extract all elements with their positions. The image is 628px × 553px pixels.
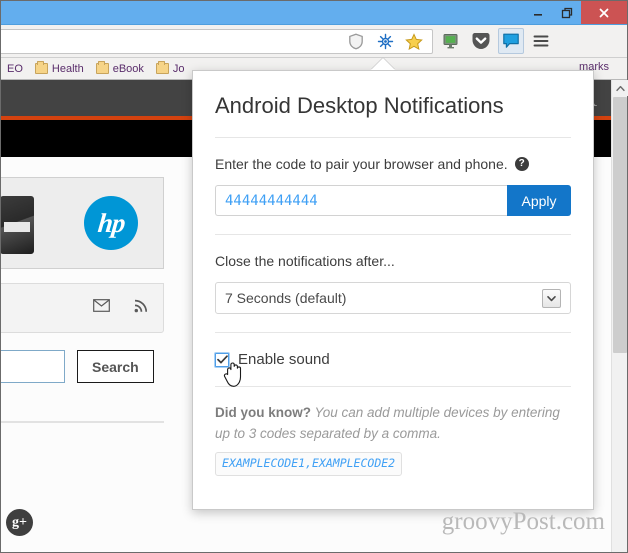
- close-button[interactable]: [581, 1, 627, 24]
- address-bar[interactable]: [1, 29, 433, 54]
- folder-icon: [95, 61, 109, 74]
- hp-logo: hp: [84, 196, 138, 250]
- enable-sound-row[interactable]: Enable sound: [215, 351, 571, 387]
- popup-title: Android Desktop Notifications: [215, 93, 504, 118]
- search-input[interactable]: [1, 350, 65, 383]
- browser-toolbar: [1, 25, 627, 58]
- did-you-know-heading: Did you know?: [215, 405, 311, 420]
- help-icon[interactable]: ?: [514, 157, 529, 171]
- extension-notification-icon[interactable]: [498, 28, 524, 54]
- mail-icon[interactable]: [93, 299, 110, 317]
- page-divider: [1, 421, 164, 423]
- social-strip: [1, 283, 164, 333]
- close-icon: [599, 8, 609, 17]
- bookmark-label: EO: [7, 62, 23, 75]
- popup-content: Android Desktop Notifications Enter the …: [193, 71, 593, 476]
- enable-sound-section: Enable sound: [215, 333, 571, 387]
- pair-code-label-row: Enter the code to pair your browser and …: [215, 156, 571, 172]
- minimize-button[interactable]: [523, 1, 552, 24]
- restore-icon: [561, 7, 572, 18]
- rss-icon[interactable]: [134, 298, 149, 318]
- bookmark-item-health[interactable]: Health: [29, 61, 90, 77]
- google-plus-icon[interactable]: g+: [6, 509, 33, 536]
- enable-sound-label: Enable sound: [238, 351, 330, 368]
- shield-icon[interactable]: [343, 29, 369, 55]
- bookmark-item-eo[interactable]: EO: [1, 61, 29, 77]
- pair-code-row: Apply: [215, 185, 571, 216]
- popup-arrow: [371, 58, 395, 70]
- pocket-icon[interactable]: [468, 28, 494, 54]
- chevron-down-icon: [542, 288, 561, 308]
- script-blocker-icon[interactable]: [372, 29, 398, 55]
- close-after-select[interactable]: 7 Seconds (default): [215, 282, 571, 314]
- bookmark-label: Health: [51, 62, 84, 75]
- did-you-know-note: Did you know? You can add multiple devic…: [215, 387, 571, 476]
- title-bar: [1, 1, 627, 25]
- printer-image: [1, 196, 34, 254]
- scroll-up-button[interactable]: [612, 80, 628, 96]
- pair-code-label: Enter the code to pair your browser and …: [215, 156, 508, 172]
- chevron-up-icon: [615, 85, 625, 91]
- bookmark-item-ebook[interactable]: eBook: [90, 61, 150, 77]
- minimize-icon: [533, 13, 542, 16]
- chrome-menu-icon[interactable]: [528, 28, 554, 54]
- social-icons: [93, 298, 149, 318]
- browser-window: EO Health eBook Jo marks R hp: [0, 0, 628, 553]
- omnibox-icon-group: [343, 30, 432, 53]
- bookmark-item-jo[interactable]: Jo: [150, 61, 191, 77]
- hand-cursor-icon: [223, 362, 243, 393]
- pair-code-input[interactable]: [215, 185, 507, 216]
- bookmark-label: eBook: [112, 62, 144, 75]
- folder-icon: [34, 61, 48, 74]
- extension-popup: Android Desktop Notifications Enter the …: [192, 70, 594, 510]
- screen-capture-icon[interactable]: [438, 28, 464, 54]
- bookmark-label: Jo: [172, 62, 185, 75]
- advertisement-card[interactable]: hp: [1, 177, 164, 269]
- search-button[interactable]: Search: [77, 350, 154, 383]
- close-after-section: Close the notifications after... 7 Secon…: [215, 235, 571, 332]
- apply-button[interactable]: Apply: [507, 185, 571, 216]
- pair-code-section: Enter the code to pair your browser and …: [215, 138, 571, 234]
- bookmark-star-icon[interactable]: [401, 29, 427, 55]
- toolbar-actions: [438, 25, 554, 57]
- close-after-selected-value: 7 Seconds (default): [225, 290, 347, 306]
- restore-button[interactable]: [552, 1, 581, 24]
- site-search-row: Search: [1, 350, 154, 383]
- scrollbar-thumb[interactable]: [613, 97, 627, 353]
- hp-logo-text: hp: [96, 207, 126, 238]
- folder-icon: [155, 61, 169, 74]
- example-code: EXAMPLECODE1,EXAMPLECODE2: [215, 451, 403, 476]
- page-scrollbar[interactable]: [611, 80, 628, 552]
- close-after-label: Close the notifications after...: [215, 253, 395, 269]
